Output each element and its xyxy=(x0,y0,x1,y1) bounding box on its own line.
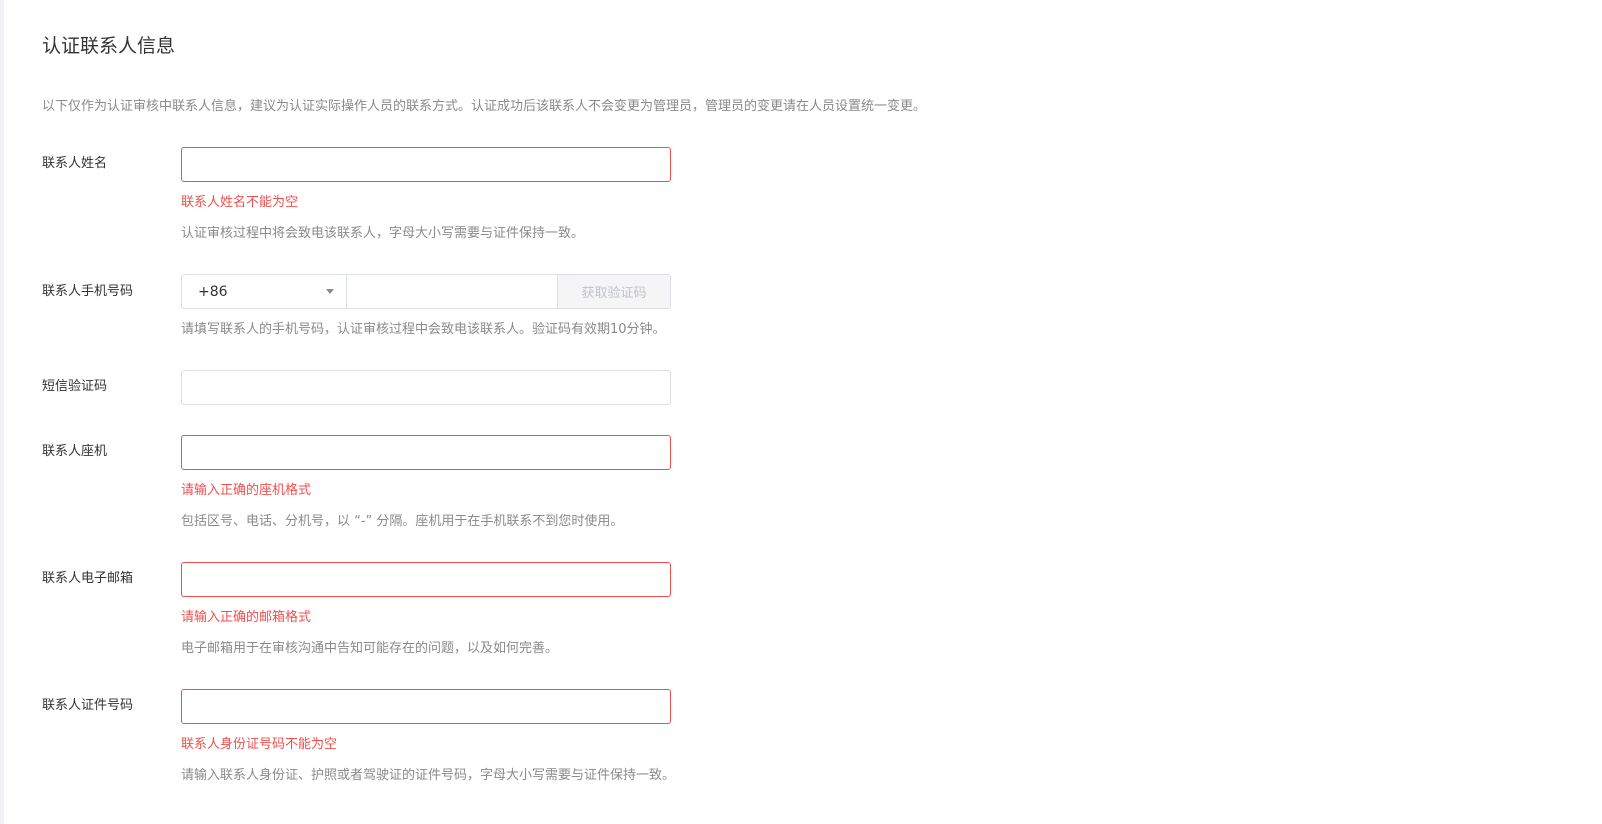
name-error-message: 联系人姓名不能为空 xyxy=(181,195,299,210)
id-number-input[interactable] xyxy=(181,689,671,724)
email-help-text: 电子邮箱用于在审核沟通中告知可能存在的问题，以及如何完善。 xyxy=(181,641,559,656)
landline-error-message: 请输入正确的座机格式 xyxy=(181,483,312,498)
left-edge-divider xyxy=(0,0,4,824)
name-field-wrapper: 联系人姓名不能为空 认证审核过程中将会致电该联系人，字母大小写需要与证件保持一致… xyxy=(181,147,671,241)
email-input[interactable] xyxy=(181,562,671,597)
country-code-value: +86 xyxy=(198,283,228,300)
landline-help-text: 包括区号、电话、分机号，以 “-” 分隔。座机用于在手机联系不到您时使用。 xyxy=(181,514,624,529)
id-number-field-wrapper: 联系人身份证号码不能为空 请输入联系人身份证、护照或者驾驶证的证件号码，字母大小… xyxy=(181,689,675,783)
contact-name-input[interactable] xyxy=(181,147,671,182)
country-code-select[interactable]: +86 xyxy=(182,275,347,308)
phone-field-wrapper: +86 获取验证码 请填写联系人的手机号码，认证审核过程中会致电该联系人。验证码… xyxy=(181,274,671,337)
id-number-error-message: 联系人身份证号码不能为空 xyxy=(181,737,338,752)
email-error-message: 请输入正确的邮箱格式 xyxy=(181,610,312,625)
name-label: 联系人姓名 xyxy=(42,156,108,171)
phone-label: 联系人手机号码 xyxy=(42,284,134,299)
sms-code-field-wrapper xyxy=(181,370,671,405)
email-label: 联系人电子邮箱 xyxy=(42,571,134,586)
chevron-down-icon xyxy=(326,289,334,294)
phone-number-input[interactable] xyxy=(347,275,557,308)
name-help-text: 认证审核过程中将会致电该联系人，字母大小写需要与证件保持一致。 xyxy=(181,226,585,241)
landline-input[interactable] xyxy=(181,435,671,470)
phone-input-group: +86 获取验证码 xyxy=(181,274,671,309)
id-number-label: 联系人证件号码 xyxy=(42,698,134,713)
sms-code-input[interactable] xyxy=(181,370,671,405)
email-field-wrapper: 请输入正确的邮箱格式 电子邮箱用于在审核沟通中告知可能存在的问题，以及如何完善。 xyxy=(181,562,671,656)
section-title: 认证联系人信息 xyxy=(42,35,176,57)
phone-help-text: 请填写联系人的手机号码，认证审核过程中会致电该联系人。验证码有效期10分钟。 xyxy=(181,322,666,337)
sms-code-label: 短信验证码 xyxy=(42,379,108,394)
landline-label: 联系人座机 xyxy=(42,444,108,459)
section-intro: 以下仅作为认证审核中联系人信息，建议为认证实际操作人员的联系方式。认证成功后该联… xyxy=(42,99,927,114)
landline-field-wrapper: 请输入正确的座机格式 包括区号、电话、分机号，以 “-” 分隔。座机用于在手机联… xyxy=(181,435,671,529)
id-number-help-text: 请输入联系人身份证、护照或者驾驶证的证件号码，字母大小写需要与证件保持一致。 xyxy=(181,768,676,783)
get-code-button[interactable]: 获取验证码 xyxy=(557,275,670,308)
